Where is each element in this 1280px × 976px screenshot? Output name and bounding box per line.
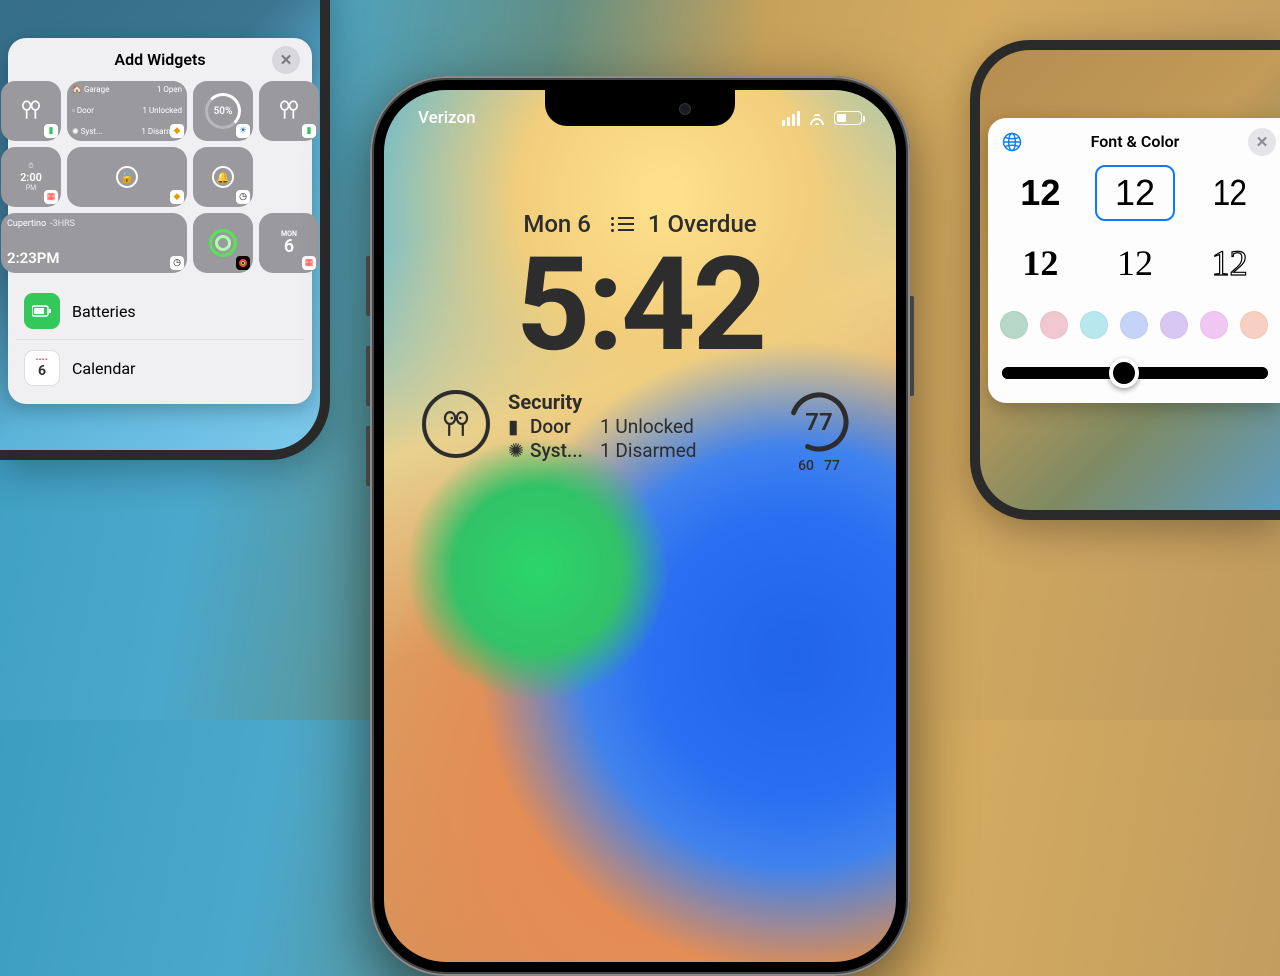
activity-rings-icon — [209, 229, 237, 257]
font-panel-title: Font & Color — [1091, 132, 1180, 151]
weather-widget[interactable]: 77 60 77 — [780, 390, 858, 474]
font-panel-header: Font & Color ✕ — [996, 132, 1274, 151]
clock-app-icon: ◷ — [170, 256, 184, 270]
add-widgets-title: Add Widgets — [114, 50, 205, 69]
widget-precipitation[interactable]: 50% ☀ — [193, 81, 253, 141]
widget-app-calendar[interactable]: ▪▪▪▪ 6 Calendar — [16, 339, 304, 396]
add-widgets-panel: Add Widgets ✕ ▮ 🏠 Garage1 Open ▫ Door1 U… — [8, 38, 312, 404]
lock-screen-time[interactable]: 5:42 — [384, 240, 896, 370]
center-phone-frame: Verizon Mon 6 1 Overdue 5:42 — [370, 76, 910, 976]
widget-app-label: Calendar — [72, 359, 135, 378]
widget-next-alarm[interactable]: ⏱ 2:00 PM ▦ — [1, 147, 61, 207]
airpods-widget[interactable] — [422, 390, 490, 458]
weather-app-icon: ☀ — [236, 124, 250, 138]
weather-high: 77 — [824, 458, 840, 474]
widget-apps-list: Batteries ▪▪▪▪ 6 Calendar — [16, 283, 304, 396]
widget-world-clock[interactable]: Cupertino -3HRS 2:23PM ◷ — [1, 213, 187, 273]
slider-thumb[interactable] — [1109, 358, 1139, 388]
color-swatch[interactable] — [1160, 311, 1188, 339]
font-option-2[interactable]: 12 — [1095, 165, 1176, 221]
clock-app-icon: ◷ — [236, 190, 250, 204]
security-widget[interactable]: Security ▮ Door 1 Unlocked ✺ Syst... 1 D… — [508, 390, 762, 463]
widget-lock[interactable]: 🔓 ◆ — [67, 147, 187, 207]
globe-icon[interactable] — [998, 128, 1026, 156]
widget-app-batteries[interactable]: Batteries — [16, 283, 304, 339]
widget-suggestions-grid: ▮ 🏠 Garage1 Open ▫ Door1 Unlocked ✺ Syst… — [16, 81, 304, 273]
calendar-icon: MON 6 — [281, 231, 297, 256]
widget-alarm[interactable]: 🔔 ◷ — [193, 147, 253, 207]
calendar-app-icon: ▦ — [44, 190, 58, 204]
calendar-icon: ▪▪▪▪ 6 — [24, 350, 60, 386]
status-bar: Verizon — [384, 108, 896, 128]
color-swatch[interactable] — [1040, 311, 1068, 339]
left-phone-screen: Add Widgets ✕ ▮ 🏠 Garage1 Open ▫ Door1 U… — [0, 0, 320, 450]
font-color-panel: Font & Color ✕ 12 12 12 12 12 12 — [988, 118, 1280, 403]
color-swatch[interactable] — [1120, 311, 1148, 339]
color-swatch[interactable] — [1240, 311, 1268, 339]
close-icon[interactable]: ✕ — [1248, 128, 1276, 156]
font-option-3[interactable]: 12 — [1194, 165, 1265, 221]
widget-calendar-date[interactable]: MON 6 ▦ — [259, 213, 319, 273]
fitness-app-icon — [236, 256, 250, 270]
lock-screen: Verizon Mon 6 1 Overdue 5:42 — [384, 90, 896, 962]
left-phone-frame: Add Widgets ✕ ▮ 🏠 Garage1 Open ▫ Door1 U… — [0, 0, 330, 460]
weather-low: 60 — [798, 458, 814, 474]
font-option-5[interactable]: 12 — [1095, 235, 1176, 291]
calendar-app-icon: ▦ — [302, 256, 316, 270]
color-swatch[interactable] — [1200, 311, 1228, 339]
door-icon: ▮ — [508, 415, 522, 439]
widget-airpods[interactable]: ▮ — [1, 81, 61, 141]
widget-activity-rings[interactable] — [193, 213, 253, 273]
font-option-4[interactable]: 12 — [1000, 235, 1081, 291]
battery-icon — [834, 111, 862, 125]
font-option-1[interactable]: 12 — [1000, 165, 1081, 221]
security-title: Security — [508, 390, 762, 415]
batteries-app-icon: ▮ — [44, 124, 58, 138]
lock-icon: 🔓 — [116, 166, 138, 188]
batteries-app-icon: ▮ — [302, 124, 316, 138]
color-swatch-row — [996, 305, 1274, 355]
bell-icon: 🔔 — [212, 166, 234, 188]
add-widgets-header: Add Widgets ✕ — [16, 50, 304, 69]
airpods-icon — [439, 407, 473, 441]
alarm-icon: ✺ — [508, 439, 522, 463]
lock-screen-widgets: Security ▮ Door 1 Unlocked ✺ Syst... 1 D… — [422, 390, 858, 474]
cellular-signal-icon — [782, 111, 800, 126]
widget-airpods-alt[interactable]: ▮ — [259, 81, 319, 141]
right-phone-frame: Font & Color ✕ 12 12 12 12 12 12 — [970, 40, 1280, 520]
home-app-icon: ◆ — [170, 190, 184, 204]
font-style-grid: 12 12 12 12 12 12 — [996, 165, 1274, 305]
home-app-icon: ◆ — [170, 124, 184, 138]
batteries-icon — [24, 293, 60, 329]
carrier-label: Verizon — [418, 108, 476, 128]
widget-app-label: Batteries — [72, 302, 136, 321]
color-swatch[interactable] — [1000, 311, 1028, 339]
close-icon[interactable]: ✕ — [272, 46, 300, 74]
widget-home-security[interactable]: 🏠 Garage1 Open ▫ Door1 Unlocked ✺ Syst..… — [67, 81, 187, 141]
wifi-icon — [808, 111, 826, 125]
color-swatch[interactable] — [1080, 311, 1108, 339]
brightness-slider[interactable] — [1002, 367, 1268, 379]
font-option-6[interactable]: 12 — [1189, 235, 1270, 291]
